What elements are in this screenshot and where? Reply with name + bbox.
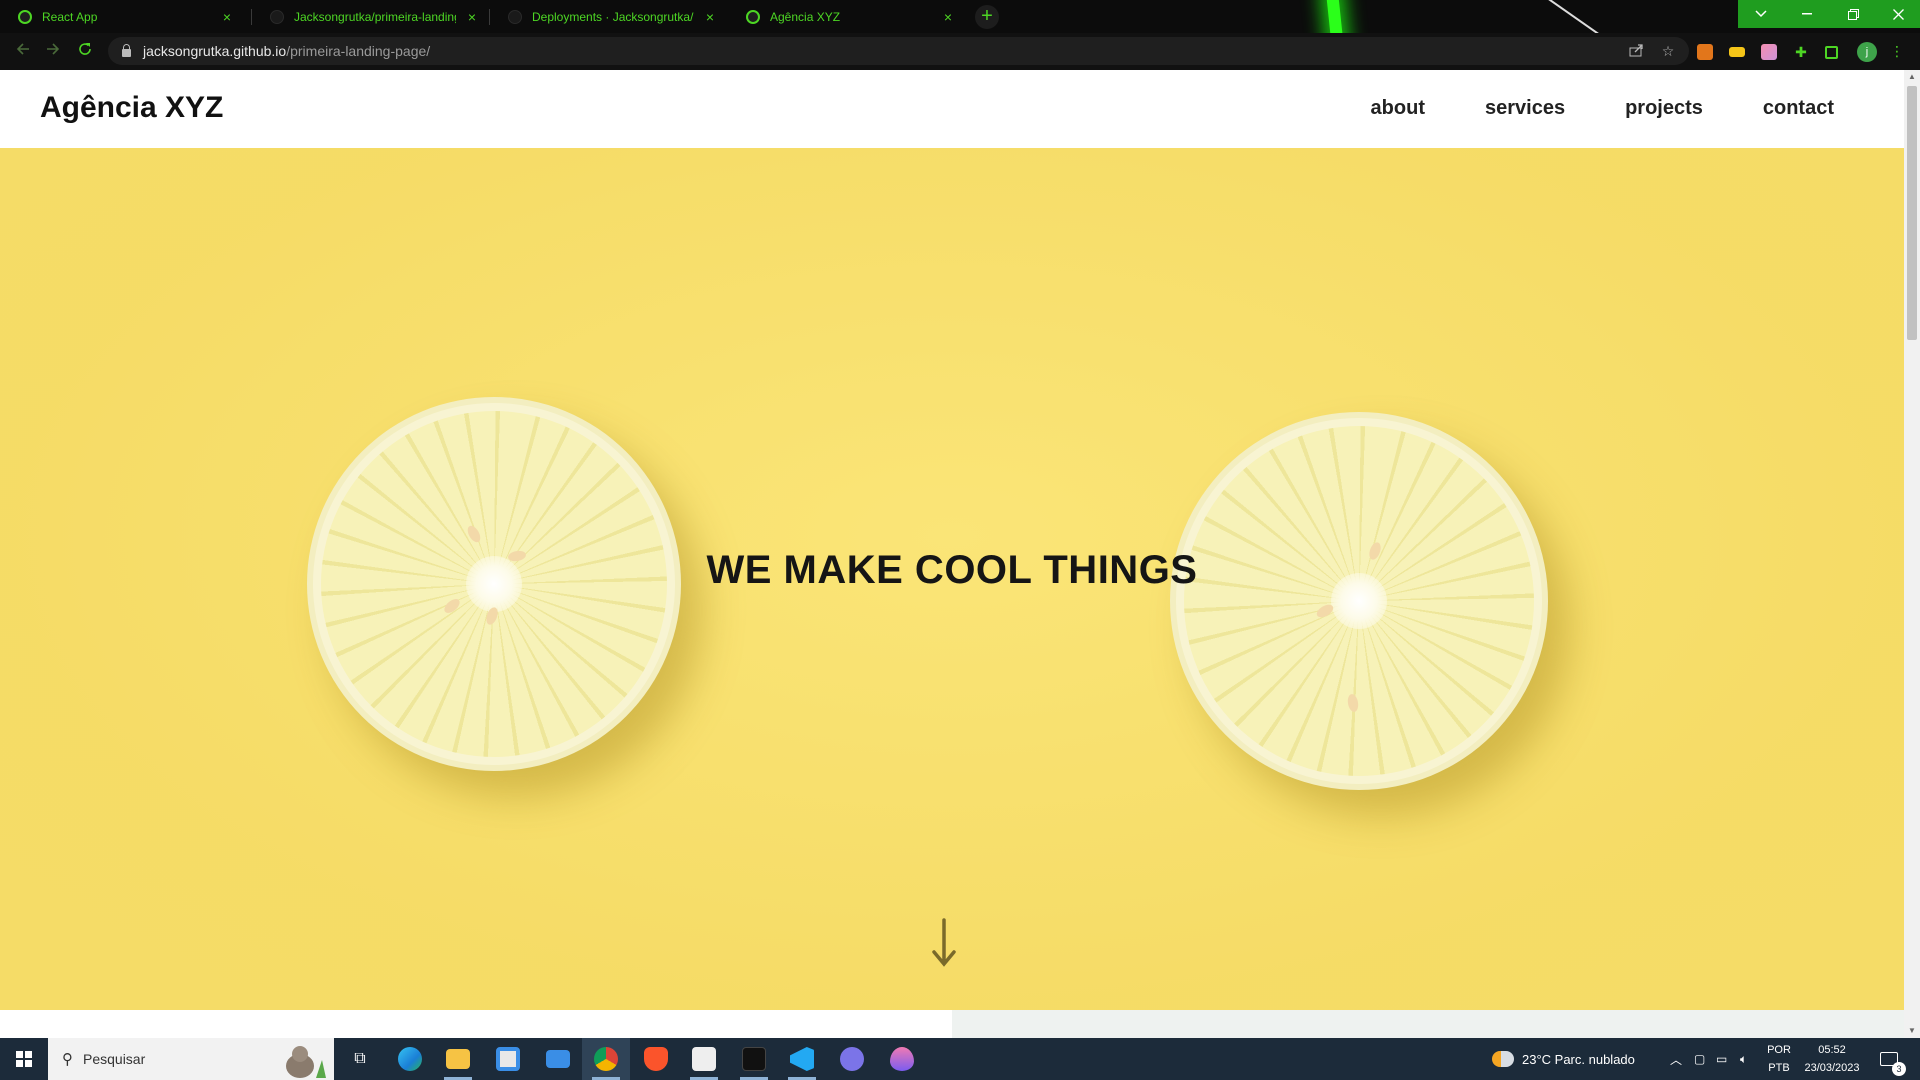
hero-section: WE MAKE COOL THINGS <box>0 148 1904 1010</box>
side-panel-icon[interactable] <box>1825 46 1838 59</box>
store-icon[interactable] <box>496 1047 520 1071</box>
new-tab-button[interactable]: + <box>975 5 999 29</box>
restore-icon <box>1847 8 1859 20</box>
search-placeholder: Pesquisar <box>83 1051 146 1067</box>
browser-toolbar: jacksongrutka.github.io/primeira-landing… <box>0 33 1920 70</box>
file-explorer-icon[interactable] <box>446 1049 470 1069</box>
nav-about[interactable]: about <box>1371 97 1425 120</box>
github-icon <box>508 9 522 24</box>
language-indicator[interactable]: POR PTB <box>1764 1044 1794 1074</box>
site-nav: about services projects contact <box>1371 97 1834 120</box>
nav-services[interactable]: services <box>1485 97 1565 120</box>
taskbar-search[interactable]: ⚲ Pesquisar <box>48 1038 334 1080</box>
metamask-extension-icon[interactable] <box>1697 44 1713 60</box>
minimize-button[interactable] <box>1784 0 1830 28</box>
site-header: Agência XYZ about services projects cont… <box>0 70 1904 148</box>
extension-icon[interactable] <box>1761 44 1777 60</box>
url-host: jacksongrutka.github.io <box>143 43 287 59</box>
next-section-right <box>952 1010 1904 1038</box>
tab-title: Jacksongrutka/primeira-landing- <box>294 9 456 24</box>
keyboard-layout: PTB <box>1768 1062 1790 1074</box>
bookmark-star-icon[interactable]: ☆ <box>1660 43 1676 59</box>
close-icon <box>1892 8 1904 20</box>
lock-icon <box>122 43 131 57</box>
close-tab-icon[interactable]: × <box>219 9 235 25</box>
globe-icon <box>746 9 760 24</box>
nav-projects[interactable]: projects <box>1625 97 1703 120</box>
windows-logo-icon <box>16 1051 32 1067</box>
scrollbar-thumb[interactable] <box>1907 86 1917 340</box>
page-scrollbar[interactable]: ▲ ▼ <box>1904 70 1920 1038</box>
wallpaper-decoration <box>1290 0 1740 33</box>
browser-tab-strip: React App × Jacksongrutka/primeira-landi… <box>0 0 1920 33</box>
close-tab-icon[interactable]: × <box>464 9 480 25</box>
scroll-down-icon[interactable]: ▼ <box>1904 1024 1920 1038</box>
url-path: /primeira-landing-page/ <box>286 43 431 59</box>
address-bar[interactable]: jacksongrutka.github.io/primeira-landing… <box>108 37 1689 65</box>
arrow-right-icon <box>47 43 60 55</box>
tab-title: React App <box>42 9 98 24</box>
network-icon[interactable]: ▭ <box>1716 1038 1727 1080</box>
start-button[interactable] <box>0 1038 48 1080</box>
clock-time: 05:52 <box>1818 1044 1846 1056</box>
next-section-left <box>0 1010 952 1038</box>
search-highlight-icon <box>286 1046 326 1078</box>
meet-icon[interactable]: ▢ <box>1694 1038 1705 1080</box>
mail-icon[interactable] <box>546 1050 570 1068</box>
volume-icon[interactable]: 🔈︎ <box>1740 1038 1747 1080</box>
minimize-icon <box>1802 13 1812 15</box>
clock-date: 23/03/2023 <box>1804 1062 1860 1074</box>
language-code: POR <box>1767 1044 1791 1056</box>
edge-icon[interactable] <box>398 1047 422 1071</box>
tab-react-app[interactable]: React App × <box>0 0 245 33</box>
show-hidden-icons-icon[interactable]: ︿ <box>1670 1038 1682 1080</box>
tab-deployments[interactable]: Deployments · Jacksongrutka/pri × <box>490 0 728 33</box>
weather-widget[interactable]: 23°C Parc. nublado <box>1492 1038 1635 1080</box>
clock[interactable]: 05:52 23/03/2023 <box>1800 1044 1864 1074</box>
extension-icon[interactable] <box>1729 47 1745 57</box>
forward-button[interactable] <box>42 41 64 63</box>
notification-center[interactable]: 3 <box>1880 1038 1906 1080</box>
tab-title: Deployments · Jacksongrutka/pri <box>532 9 694 24</box>
lemon-slice-right <box>1170 412 1548 790</box>
puzzle-extensions-icon[interactable]: ✚ <box>1793 44 1809 60</box>
close-tab-icon[interactable]: × <box>940 9 956 25</box>
task-view-icon[interactable]: ⧉ <box>348 1047 372 1071</box>
back-button[interactable] <box>12 41 34 63</box>
restore-button[interactable] <box>1830 0 1876 28</box>
search-icon: ⚲ <box>62 1051 73 1068</box>
github-icon <box>270 9 284 24</box>
weather-icon <box>1492 1051 1514 1067</box>
web-page: Agência XYZ about services projects cont… <box>0 70 1904 1038</box>
notification-count: 3 <box>1892 1062 1906 1076</box>
arrow-left-icon <box>16 43 29 55</box>
weather-text: 23°C Parc. nublado <box>1522 1051 1635 1067</box>
chrome-icon[interactable] <box>594 1047 618 1071</box>
windows-taskbar: ⚲ Pesquisar ⧉ 23°C Parc. nublado ︿ ▢ ▭ 🔈… <box>0 1038 1920 1080</box>
scroll-down-arrow-icon[interactable] <box>929 918 959 968</box>
chevron-down-icon <box>1755 10 1767 18</box>
more-menu-icon[interactable]: ⋮ <box>1886 40 1908 62</box>
terminal-icon[interactable] <box>742 1047 766 1071</box>
site-logo[interactable]: Agência XYZ <box>40 91 223 125</box>
drop-icon[interactable] <box>890 1047 914 1071</box>
tab-agencia-xyz[interactable]: Agência XYZ × <box>728 0 966 33</box>
close-tab-icon[interactable]: × <box>702 9 718 25</box>
discord-icon[interactable] <box>840 1047 864 1071</box>
brave-icon[interactable] <box>644 1047 668 1071</box>
hero-title: WE MAKE COOL THINGS <box>706 548 1198 592</box>
vscode-icon[interactable] <box>790 1047 814 1071</box>
reload-button[interactable] <box>74 41 96 63</box>
tab-github-repo[interactable]: Jacksongrutka/primeira-landing- × <box>252 0 490 33</box>
scroll-up-icon[interactable]: ▲ <box>1904 70 1920 84</box>
share-icon[interactable] <box>1628 43 1644 59</box>
close-window-button[interactable] <box>1876 0 1920 28</box>
reload-icon <box>79 43 91 55</box>
tab-search-button[interactable] <box>1738 0 1784 28</box>
nav-contact[interactable]: contact <box>1763 97 1834 120</box>
tab-title: Agência XYZ <box>770 9 841 24</box>
profile-avatar[interactable]: j <box>1857 42 1877 62</box>
globe-icon <box>18 9 32 24</box>
app-icon[interactable] <box>692 1047 716 1071</box>
